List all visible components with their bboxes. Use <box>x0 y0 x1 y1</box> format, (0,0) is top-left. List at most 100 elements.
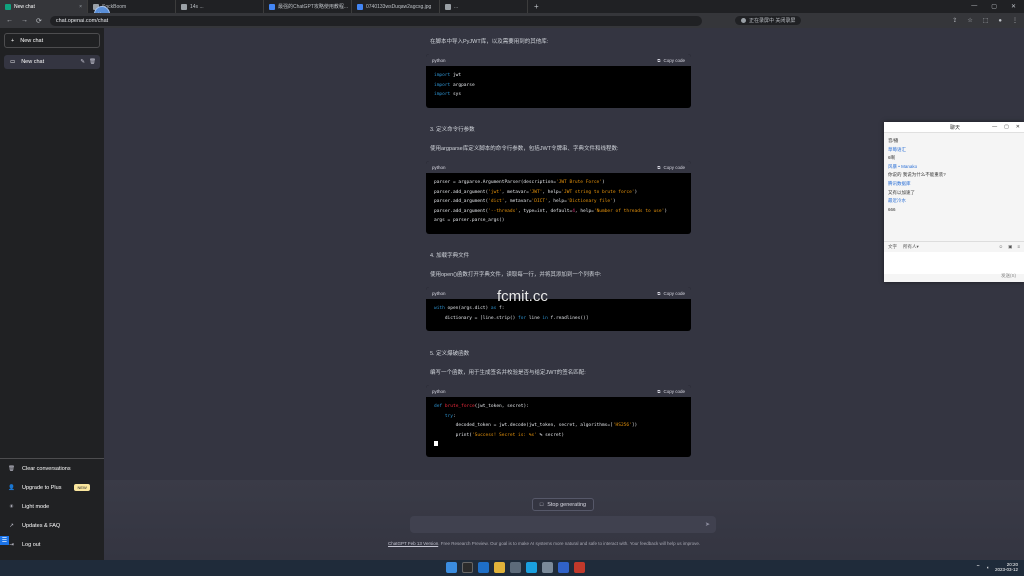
copy-code-button[interactable]: ⧉ Copy code <box>657 58 685 63</box>
code-block: python ⧉ Copy code def brute_force(jwt_tok… <box>426 385 691 457</box>
light-mode-button[interactable]: ☀ Light mode <box>0 497 104 516</box>
sun-icon: ☀ <box>9 503 14 510</box>
reload-icon[interactable]: ⟳ <box>36 17 42 25</box>
copy-code-button[interactable]: ⧉ Copy code <box>657 389 685 394</box>
side-link-label: Light mode <box>22 503 50 510</box>
chat-bubble-icon: ▭ <box>10 59 16 65</box>
step-heading: 4. 加载字典文件 <box>430 253 470 259</box>
code-text: def brute_force(jwt_token, secret): try:… <box>426 397 691 455</box>
new-chat-button[interactable]: + New chat <box>4 33 100 48</box>
url-field[interactable]: chat.openai.com/chat <box>49 15 702 26</box>
prompt-input[interactable]: ➤ <box>410 516 716 533</box>
browser-tab-bar: New chat × SockBoom 14s ... 最强的ChatGPT攻略使… <box>0 0 1024 13</box>
app-icon[interactable] <box>526 562 537 573</box>
qq-recipient-select[interactable]: 所有人▾ <box>903 244 919 250</box>
app-icon[interactable] <box>542 562 553 573</box>
clipboard-icon: ⧉ <box>657 164 661 170</box>
browser-tab[interactable]: ... <box>440 0 528 13</box>
clock-date: 2023-03-12 <box>994 567 1018 572</box>
copy-code-button[interactable]: ⧉ Copy code <box>657 165 685 170</box>
qq-sender: 腾讯数据库 <box>888 180 911 186</box>
bookmark-icon[interactable]: ☆ <box>967 17 972 24</box>
side-link-label: Upgrade to Plus <box>22 484 62 491</box>
code-text: parser = argparse.ArgumentParser(descrip… <box>434 180 668 223</box>
code-block: python ⧉ Copy code parser = argparse.Argum… <box>426 161 691 234</box>
screen-tool-icon[interactable]: ☰ <box>0 536 9 545</box>
share-icon[interactable]: ⇪ <box>952 17 957 24</box>
browser-tab[interactable]: New chat × <box>0 0 88 13</box>
search-icon[interactable] <box>462 562 473 573</box>
side-link-label: Clear conversations <box>22 465 71 472</box>
minimize-icon[interactable]: — <box>971 3 977 10</box>
qq-toolbar: 文字 所有人▾ ☺ ▣ ≡ <box>884 241 1024 252</box>
copy-label: Copy code <box>663 290 685 296</box>
close-icon[interactable]: ✕ <box>1016 124 1020 130</box>
profile-icon[interactable]: ● <box>998 18 1002 24</box>
qq-input[interactable] <box>884 252 1024 274</box>
code-text: with open(args.dict) as f: dictionary = … <box>434 306 589 321</box>
tab-title: 0740133wsDuqaw2agcsg.jpg <box>366 3 432 10</box>
qq-send-button[interactable]: 发送(S) <box>1001 273 1016 279</box>
browser-tab[interactable]: 14s ... <box>176 0 264 13</box>
clock[interactable]: 20:20 2023-03-12 <box>995 562 1018 572</box>
copy-label: Copy code <box>663 164 685 170</box>
edit-icon[interactable]: ✎ <box>80 59 85 65</box>
version-link[interactable]: ChatGPT Feb 13 Version <box>388 541 438 546</box>
upgrade-button[interactable]: 👤 Upgrade to Plus NEW <box>0 478 104 497</box>
qq-sender: 风暴 • Manako <box>888 163 918 169</box>
chrome-icon[interactable] <box>494 562 505 573</box>
app-icon[interactable] <box>574 562 585 573</box>
app-icon[interactable] <box>558 562 569 573</box>
tab-title: New chat <box>14 3 35 10</box>
forward-icon[interactable]: → <box>21 17 28 24</box>
clipboard-icon: ⧉ <box>657 290 661 296</box>
qq-sender: 最近冷水 <box>888 198 906 204</box>
qq-message: 你说的 我说为什么不能重装? <box>888 172 946 178</box>
plus-icon: + <box>11 37 15 44</box>
close-tab-icon[interactable]: × <box>79 4 82 10</box>
back-icon[interactable]: ← <box>6 17 13 24</box>
taskbar: ⌔ ◖ 20:20 2023-03-12 <box>0 560 1024 576</box>
web-icon <box>445 3 451 10</box>
close-window-icon[interactable]: ✕ <box>1011 3 1016 10</box>
qq-message-list: 音/播 草莓语汇 6啊 风暴 • Manako 你说的 我说为什么不能重装? 腾… <box>884 133 1024 241</box>
copy-label: Copy code <box>663 388 685 394</box>
browser-tab[interactable]: 最强的ChatGPT攻略使用教程... <box>264 0 352 13</box>
maximize-icon[interactable]: ▢ <box>1004 124 1009 130</box>
stop-label: Stop generating <box>547 501 587 508</box>
qq-message: 666 <box>888 206 896 212</box>
code-block: python ⧉ Copy code with open(args.dict) as… <box>426 287 691 331</box>
maximize-icon[interactable]: ▢ <box>991 3 997 10</box>
logout-button[interactable]: ⇥ Log out <box>0 535 104 554</box>
volume-icon[interactable]: ◖ <box>986 565 989 570</box>
external-link-icon: ↗ <box>9 522 14 529</box>
response-paragraph: 使用open()函数打开字典文件，读取每一行，并将其添加到一个列表中: <box>430 272 602 278</box>
app-icon[interactable] <box>510 562 521 573</box>
copy-label: Copy code <box>663 57 685 63</box>
trash-icon[interactable]: 🗑 <box>89 59 96 65</box>
stop-generating-button[interactable]: □ Stop generating <box>532 498 594 511</box>
code-lang: python <box>432 388 446 394</box>
edge-icon[interactable] <box>478 562 489 573</box>
wifi-icon[interactable]: ⌔ <box>976 564 980 570</box>
qq-title: 聊天 <box>950 124 961 131</box>
copy-code-button[interactable]: ⧉ Copy code <box>657 291 685 296</box>
new-tab-button[interactable]: + <box>528 2 545 11</box>
minimize-icon[interactable]: — <box>992 124 997 130</box>
step-heading: 3. 定义命令行参数 <box>430 127 475 133</box>
mic-icon <box>741 18 746 23</box>
menu-icon[interactable]: ⋮ <box>1012 17 1018 24</box>
emoji-icon[interactable]: ☺ <box>998 244 1003 250</box>
browser-tab[interactable]: 0740133wsDuqaw2agcsg.jpg <box>352 0 440 13</box>
browser-toolbar: ⇪ ☆ ⬚ ● ⋮ <box>952 17 1018 25</box>
updates-faq-link[interactable]: ↗ Updates & FAQ <box>0 516 104 535</box>
start-icon[interactable] <box>446 562 457 573</box>
chat-title: New chat <box>21 59 45 65</box>
send-icon[interactable]: ➤ <box>705 521 710 528</box>
clear-conversations-button[interactable]: 🗑 Clear conversations <box>0 459 104 478</box>
side-link-label: Updates & FAQ <box>22 522 61 529</box>
image-icon[interactable]: ▣ <box>1008 244 1012 250</box>
chat-history-item[interactable]: ▭ New chat ✎ 🗑 <box>4 55 100 69</box>
more-icon[interactable]: ≡ <box>1017 244 1020 250</box>
extensions-icon[interactable]: ⬚ <box>983 17 989 24</box>
